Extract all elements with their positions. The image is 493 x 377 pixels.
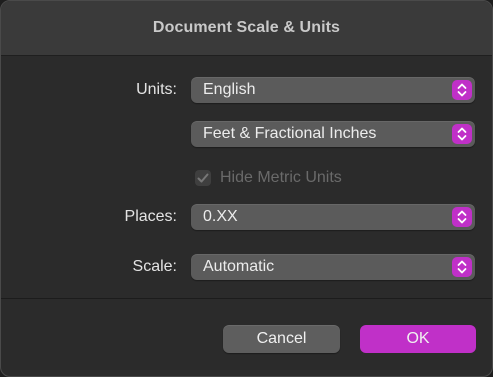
footer-separator (1, 298, 492, 299)
units-popup[interactable]: English (191, 77, 475, 103)
ok-button[interactable]: OK (360, 325, 476, 353)
cancel-button[interactable]: Cancel (223, 325, 340, 353)
chevron-up-down-icon (452, 80, 472, 100)
chevron-up-down-icon (452, 124, 472, 144)
document-scale-units-dialog: Document Scale & Units Units: English Fe… (0, 0, 493, 377)
chevron-up-down-icon (452, 257, 472, 277)
hide-metric-units-checkbox (195, 170, 211, 186)
scale-popup-value: Automatic (203, 258, 275, 275)
places-popup[interactable]: 0.XX (191, 204, 475, 230)
units-format-popup-value: Feet & Fractional Inches (203, 125, 377, 142)
scale-label: Scale: (132, 258, 177, 275)
dialog-title: Document Scale & Units (152, 19, 341, 36)
checkmark-icon (197, 173, 209, 183)
units-label: Units: (136, 81, 177, 98)
places-label: Places: (124, 208, 177, 225)
hide-metric-units-option: Hide Metric Units (195, 168, 342, 188)
title-bar: Document Scale & Units (1, 1, 492, 56)
hide-metric-units-label: Hide Metric Units (220, 169, 342, 186)
chevron-up-down-icon (452, 207, 472, 227)
scale-popup[interactable]: Automatic (191, 254, 475, 280)
units-format-popup[interactable]: Feet & Fractional Inches (191, 121, 475, 147)
units-popup-value: English (203, 81, 256, 98)
places-popup-value: 0.XX (203, 208, 238, 225)
